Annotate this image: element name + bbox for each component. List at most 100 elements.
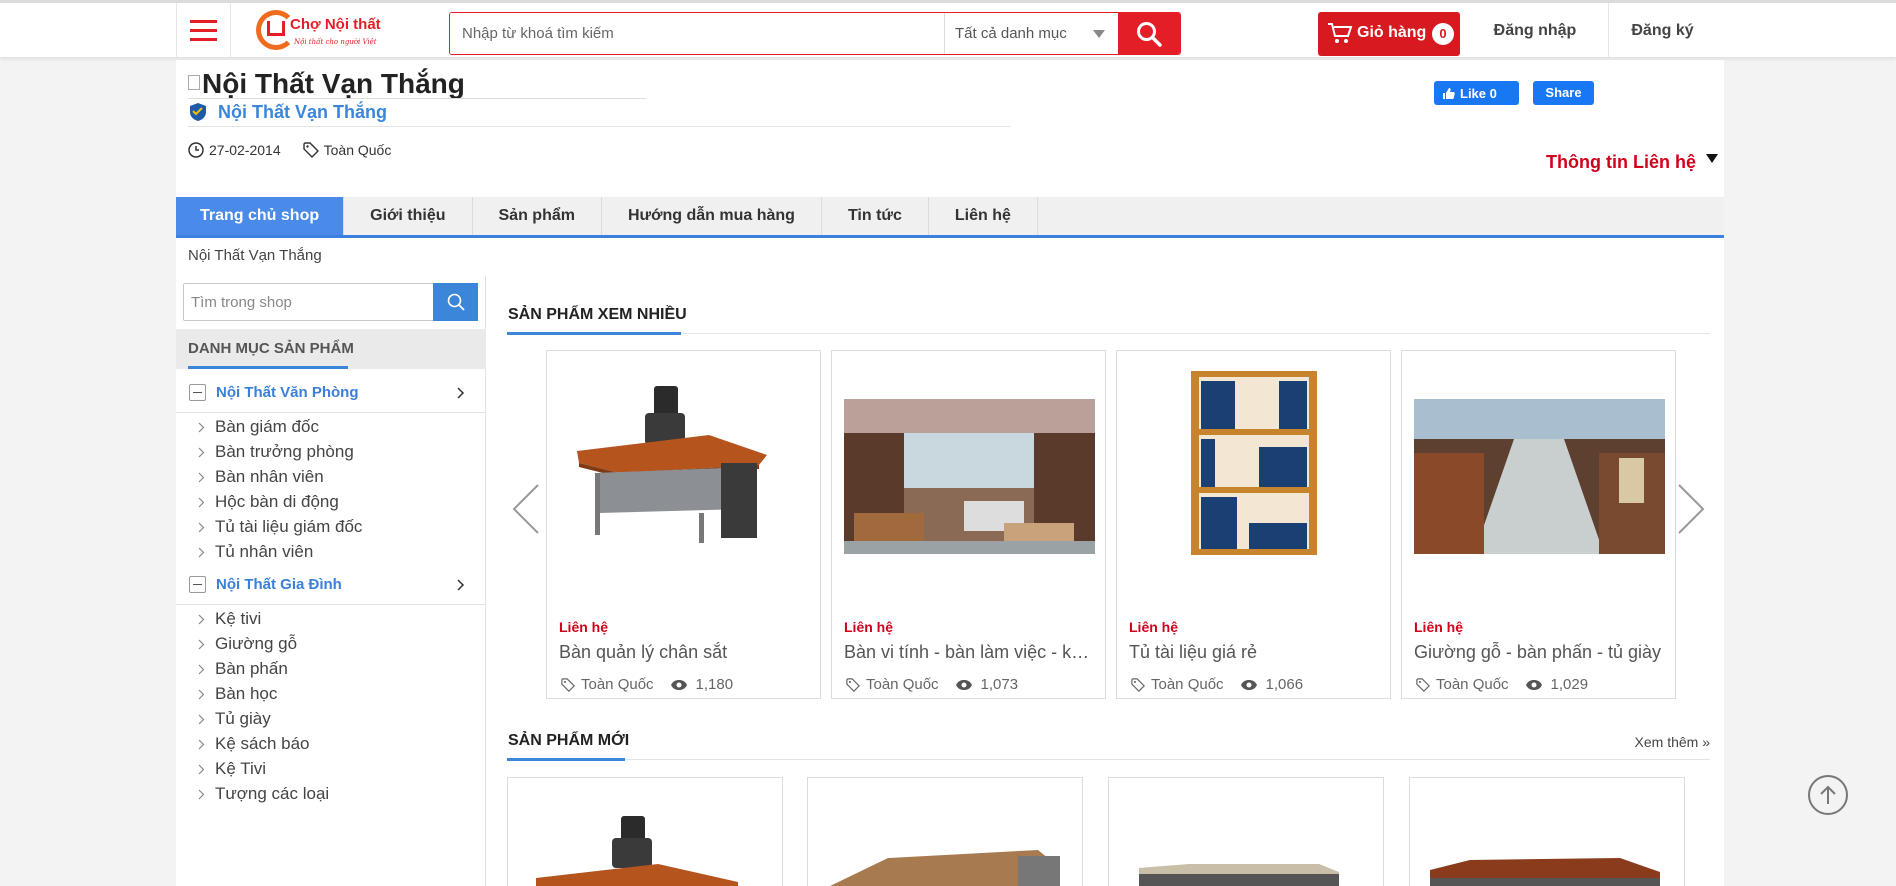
category-item[interactable]: Tủ nhân viên xyxy=(198,537,313,567)
product-views: 1,180 xyxy=(695,676,734,693)
site-search-button[interactable] xyxy=(1118,13,1180,54)
shop-search-button[interactable] xyxy=(433,283,478,321)
new-product-card[interactable] xyxy=(807,777,1083,886)
tab-home[interactable]: Trang chủ shop xyxy=(176,197,345,235)
desk-image[interactable] xyxy=(808,778,1083,886)
product-views: 1,029 xyxy=(1550,676,1589,693)
chevron-right-icon xyxy=(198,614,205,624)
search-icon xyxy=(1137,21,1162,47)
divider xyxy=(188,126,1010,127)
bookshelf-image[interactable] xyxy=(1129,363,1380,563)
arrow-up-icon xyxy=(1820,785,1836,804)
category-item-label: Hộc bàn di động xyxy=(215,492,339,511)
new-product-card[interactable] xyxy=(1108,777,1384,886)
login-link[interactable]: Đăng nhập xyxy=(1462,3,1608,58)
shop-name-link[interactable]: Nội Thất Vạn Thắng xyxy=(218,102,387,123)
chevron-right-icon xyxy=(198,689,205,699)
cart-count-badge: 0 xyxy=(1432,23,1454,45)
product-card[interactable]: Liên hệ Giường gỗ - bàn phấn - tủ giày T… xyxy=(1401,350,1676,699)
category-item-label: Kệ tivi xyxy=(215,609,262,628)
category-group-home[interactable]: Nội Thất Gia Đình xyxy=(176,565,486,605)
product-location: Toàn Quốc xyxy=(1436,676,1509,693)
tab-products[interactable]: Sản phẩm xyxy=(473,197,602,235)
tab-news[interactable]: Tin tức xyxy=(822,197,929,235)
thumbs-up-icon xyxy=(1443,87,1455,99)
collapse-box-icon[interactable] xyxy=(189,384,206,401)
desk-image[interactable] xyxy=(1410,778,1685,886)
tab-buying-guide[interactable]: Hướng dẫn mua hàng xyxy=(602,197,822,235)
see-more-link[interactable]: Xem thêm » xyxy=(1635,734,1710,750)
product-title[interactable]: Bàn vi tính - bàn làm việc - kệ tivi xyxy=(844,642,1095,663)
top-header: Chợ Nội thất Nội thất cho người Việt Tất… xyxy=(0,0,1896,58)
chevron-right-icon xyxy=(198,664,205,674)
carousel-prev-arrow-icon[interactable] xyxy=(511,483,541,535)
category-group-label[interactable]: Nội Thất Gia Đình xyxy=(216,576,342,593)
site-logo[interactable]: Chợ Nội thất Nội thất cho người Việt xyxy=(256,10,386,52)
tab-about[interactable]: Giới thiệu xyxy=(344,197,473,235)
collapse-box-icon[interactable] xyxy=(189,576,206,593)
fb-like-label: Like 0 xyxy=(1460,85,1497,101)
category-item-label: Kệ sách báo xyxy=(215,734,310,753)
facebook-buttons: Like 0 Share xyxy=(1434,81,1594,105)
office-desk-image[interactable] xyxy=(559,363,810,563)
product-title[interactable]: Giường gỗ - bàn phấn - tủ giày xyxy=(1414,642,1665,663)
most-viewed-header: SẢN PHẨM XEM NHIỀU xyxy=(507,300,1710,335)
category-select[interactable]: Tất cả danh mục xyxy=(944,13,1119,54)
store-aisle-photo[interactable] xyxy=(1414,363,1665,563)
product-location: Toàn Quốc xyxy=(1151,676,1224,693)
contact-info-toggle[interactable]: Thông tin Liên hệ xyxy=(1546,152,1718,173)
chevron-right-icon xyxy=(198,547,205,557)
office-desk-image[interactable] xyxy=(508,778,783,886)
category-select-value: Tất cả danh mục xyxy=(955,25,1067,42)
product-location: Toàn Quốc xyxy=(581,676,654,693)
shop-search-input[interactable] xyxy=(183,283,439,321)
category-item-label: Bàn học xyxy=(215,684,278,703)
category-item-label: Bàn trưởng phòng xyxy=(215,442,354,461)
category-item-label: Tủ tài liệu giám đốc xyxy=(215,517,363,536)
hamburger-menu-icon[interactable] xyxy=(176,3,231,58)
chevron-right-icon xyxy=(198,522,205,532)
site-search-input[interactable] xyxy=(450,13,944,54)
category-group-label[interactable]: Nội Thất Văn Phòng xyxy=(216,384,359,401)
carousel-next-arrow-icon[interactable] xyxy=(1676,483,1706,535)
chevron-right-icon[interactable] xyxy=(456,578,466,592)
sidebar: DANH MỤC SẢN PHẨM Nội Thất Văn Phòng Bàn… xyxy=(176,276,486,886)
category-item[interactable]: Tượng các loại xyxy=(198,779,329,809)
category-group-office[interactable]: Nội Thất Văn Phòng xyxy=(176,373,486,413)
caret-down-icon xyxy=(1093,30,1105,38)
section-title: SẢN PHẨM MỚI xyxy=(508,732,630,749)
product-price: Liên hệ xyxy=(559,619,609,635)
product-card[interactable]: Liên hệ Bàn vi tính - bàn làm việc - kệ … xyxy=(831,350,1106,699)
shop-location: Toàn Quốc xyxy=(323,142,392,158)
category-item-label: Kệ Tivi xyxy=(215,759,267,778)
shop-meta: 27-02-2014 Toàn Quốc xyxy=(188,138,391,162)
category-item-label: Giường gỗ xyxy=(215,634,298,653)
product-meta: Toàn Quốc 1,180 xyxy=(561,676,733,693)
new-product-card[interactable] xyxy=(507,777,783,886)
scroll-to-top-button[interactable] xyxy=(1808,775,1848,815)
product-title[interactable]: Bàn quản lý chân sắt xyxy=(559,642,810,663)
fb-share-button[interactable]: Share xyxy=(1533,81,1594,105)
chevron-right-icon[interactable] xyxy=(456,386,466,400)
cart-button[interactable]: Giỏ hàng 0 xyxy=(1318,12,1460,56)
register-link[interactable]: Đăng ký xyxy=(1608,3,1716,58)
shop-banner-alt: Nội Thất Vạn Thắng xyxy=(202,68,465,99)
category-header: DANH MỤC SẢN PHẨM xyxy=(176,329,486,369)
eye-icon xyxy=(670,679,687,690)
product-card[interactable]: Liên hệ Tủ tài liệu giá rẻ Toàn Quốc 1,0… xyxy=(1116,350,1391,699)
product-meta: Toàn Quốc 1,073 xyxy=(846,676,1018,693)
eye-icon xyxy=(955,679,972,690)
product-meta: Toàn Quốc 1,029 xyxy=(1416,676,1588,693)
product-title[interactable]: Tủ tài liệu giá rẻ xyxy=(1129,642,1380,663)
tab-contact[interactable]: Liên hệ xyxy=(929,197,1038,235)
breadcrumb[interactable]: Nội Thất Vạn Thắng xyxy=(188,247,322,264)
new-product-card[interactable] xyxy=(1409,777,1685,886)
fb-like-button[interactable]: Like 0 xyxy=(1434,81,1519,105)
showroom-photo[interactable] xyxy=(844,363,1095,563)
chevron-right-icon xyxy=(198,739,205,749)
desk-image[interactable] xyxy=(1109,778,1384,886)
chevron-right-icon xyxy=(198,472,205,482)
category-item-label: Tượng các loại xyxy=(215,784,330,803)
product-card[interactable]: Liên hệ Bàn quản lý chân sắt Toàn Quốc 1… xyxy=(546,350,821,699)
shop-identity: Nội Thất Vạn Thắng xyxy=(188,99,387,125)
